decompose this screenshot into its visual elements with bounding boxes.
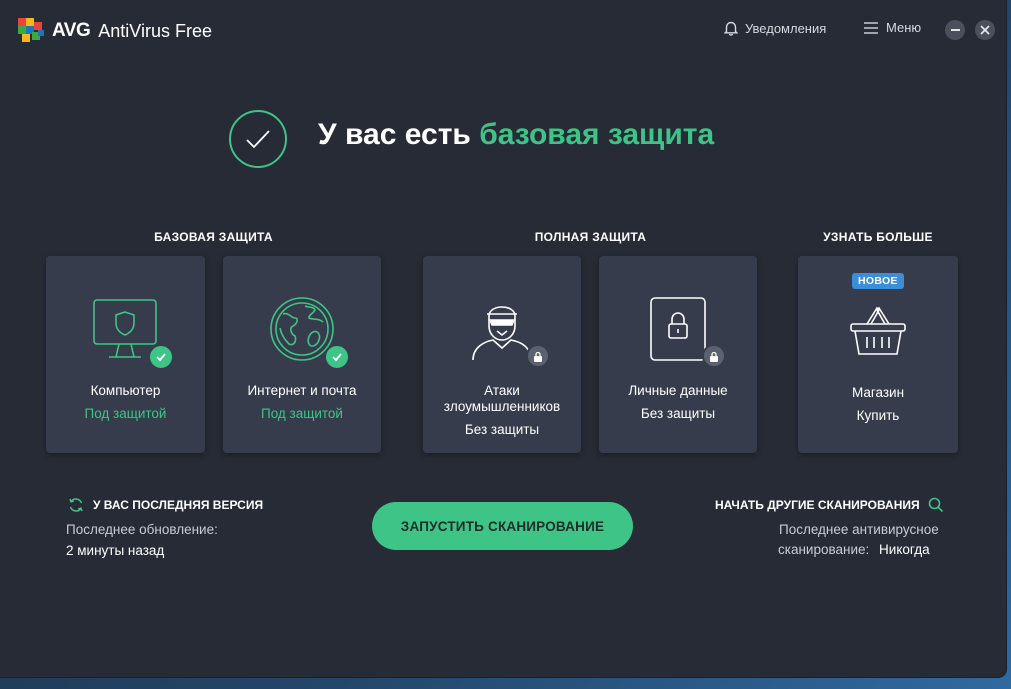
card-status: Купить — [856, 408, 900, 423]
card-internet-mail[interactable]: Интернет и почта Под защитой — [223, 256, 381, 453]
protection-status-title: У вас есть базовая защита — [318, 118, 714, 152]
card-title-line2: злоумышленников — [443, 399, 561, 414]
last-update-value: 2 минуты назад — [66, 543, 165, 558]
lock-badge-icon — [702, 344, 726, 368]
new-badge: НОВОЕ — [852, 273, 904, 289]
minimize-icon — [950, 29, 960, 31]
close-button[interactable] — [975, 20, 995, 40]
avg-logo-icon — [18, 18, 46, 44]
section-full-protection: ПОЛНАЯ ЗАЩИТА — [534, 230, 647, 244]
notifications-button[interactable]: Уведомления — [724, 20, 826, 36]
card-store[interactable]: НОВОЕ Магазин Купить — [798, 256, 958, 453]
card-computer[interactable]: Компьютер Под защитой — [46, 256, 205, 453]
section-learn-more: УЗНАТЬ БОЛЬШЕ — [823, 230, 933, 244]
card-hacker-attacks[interactable]: Атаки злоумышленников Без защиты — [423, 256, 581, 453]
last-scan-line1: Последнее антивирусное — [779, 522, 939, 537]
status-check-icon — [229, 110, 287, 168]
card-status: Под защитой — [84, 406, 167, 421]
check-badge-icon — [148, 344, 174, 370]
other-scans-title: НАЧАТЬ ДРУГИЕ СКАНИРОВАНИЯ — [715, 498, 920, 512]
app-logo: AVG AntiVirus Free — [18, 18, 212, 44]
card-title: Магазин — [851, 385, 905, 400]
last-scan-line2: сканирование: Никогда — [778, 542, 930, 557]
card-personal-data[interactable]: Личные данные Без защиты — [599, 256, 757, 453]
minimize-button[interactable] — [945, 20, 965, 40]
refresh-icon — [68, 497, 84, 513]
card-status: Под защитой — [261, 406, 343, 421]
hacker-icon — [472, 306, 530, 361]
update-status-title: У ВАС ПОСЛЕДНЯЯ ВЕРСИЯ — [93, 498, 264, 512]
last-update-label: Последнее обновление: — [66, 522, 218, 537]
title-accent: базовая защита — [479, 118, 715, 151]
last-scan-value: Никогда — [879, 542, 930, 557]
menu-button[interactable]: Меню — [864, 20, 921, 35]
brand-name: AVG — [52, 20, 91, 41]
bell-icon — [724, 20, 738, 36]
other-scans-link[interactable]: НАЧАТЬ ДРУГИЕ СКАНИРОВАНИЯ — [715, 497, 944, 513]
last-scan-label: сканирование: — [778, 542, 870, 557]
section-basic-protection: БАЗОВАЯ ЗАЩИТА — [154, 230, 273, 244]
card-title: Компьютер — [90, 383, 161, 398]
lock-badge-icon — [526, 344, 550, 368]
card-status: Без защиты — [640, 406, 716, 421]
card-status: Без защиты — [464, 422, 540, 437]
hamburger-icon — [864, 21, 878, 34]
card-title-line1: Атаки — [484, 383, 520, 398]
notifications-label: Уведомления — [745, 20, 827, 36]
card-title: Интернет и почта — [247, 383, 357, 398]
product-name: AntiVirus Free — [98, 20, 212, 41]
card-title: Личные данные — [628, 383, 728, 398]
app-window: AVG AntiVirus Free Уведомления Меню У ва… — [0, 0, 1006, 677]
search-icon — [928, 497, 944, 513]
title-prefix: У вас есть — [318, 118, 471, 151]
lock-document-icon — [650, 297, 706, 361]
shopping-basket-icon — [850, 306, 906, 355]
run-scan-button[interactable]: ЗАПУСТИТЬ СКАНИРОВАНИЕ — [372, 502, 633, 550]
close-icon — [980, 25, 990, 35]
update-status: У ВАС ПОСЛЕДНЯЯ ВЕРСИЯ — [68, 497, 263, 513]
check-badge-icon — [324, 344, 350, 370]
menu-label: Меню — [886, 20, 922, 35]
